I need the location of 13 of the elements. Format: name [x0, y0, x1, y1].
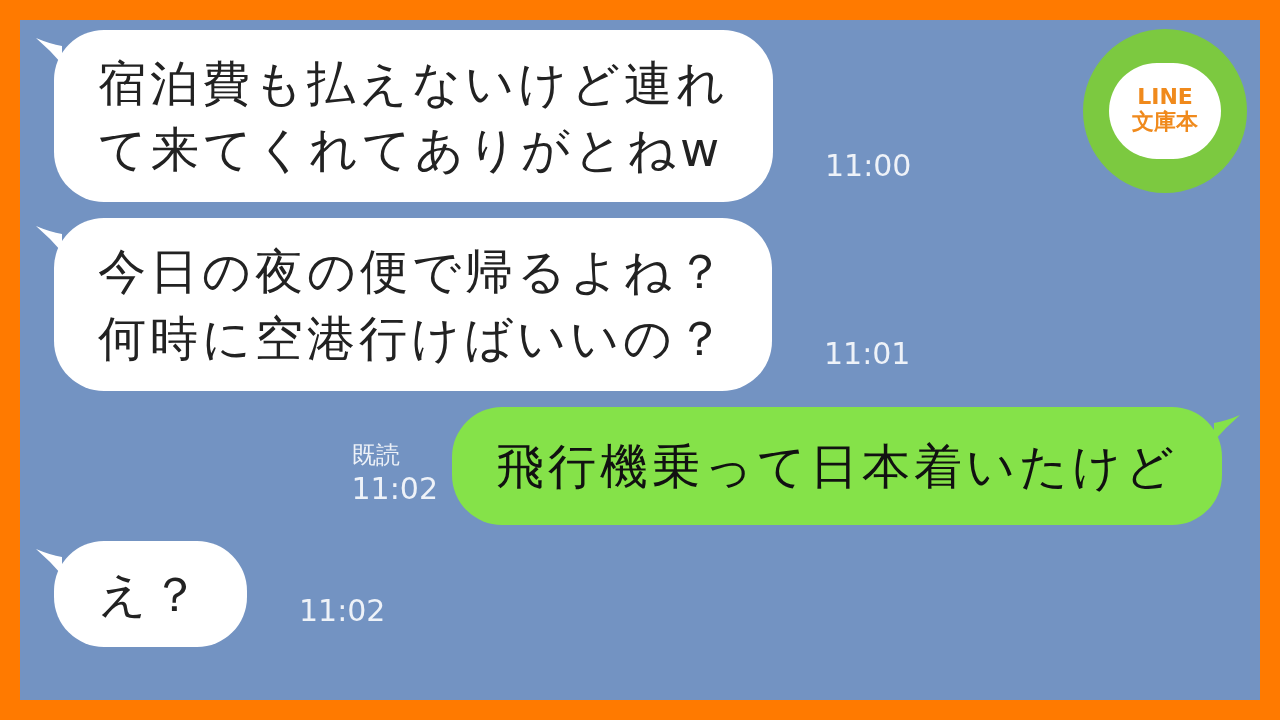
logo-subtitle: 文庫本: [1132, 108, 1198, 136]
message-time: 11:00: [825, 146, 912, 185]
message-text: え？: [98, 565, 203, 625]
message-text: 飛行機乗って日本着いたけど: [496, 436, 1178, 496]
message-text: 何時に空港行けばいいの？: [98, 308, 728, 368]
message-text: 今日の夜の便で帰るよね？: [98, 242, 728, 302]
read-receipt: 既読: [351, 439, 400, 470]
message-text: 宿泊費も払えないけど連れ: [98, 54, 729, 113]
message-time: 11:01: [824, 335, 911, 373]
message-time: 11:02: [351, 469, 438, 508]
message-time: 11:02: [299, 591, 386, 630]
logo-text: LINE: [1137, 86, 1193, 109]
message-text: て来てくれてありがとねw: [98, 120, 725, 180]
